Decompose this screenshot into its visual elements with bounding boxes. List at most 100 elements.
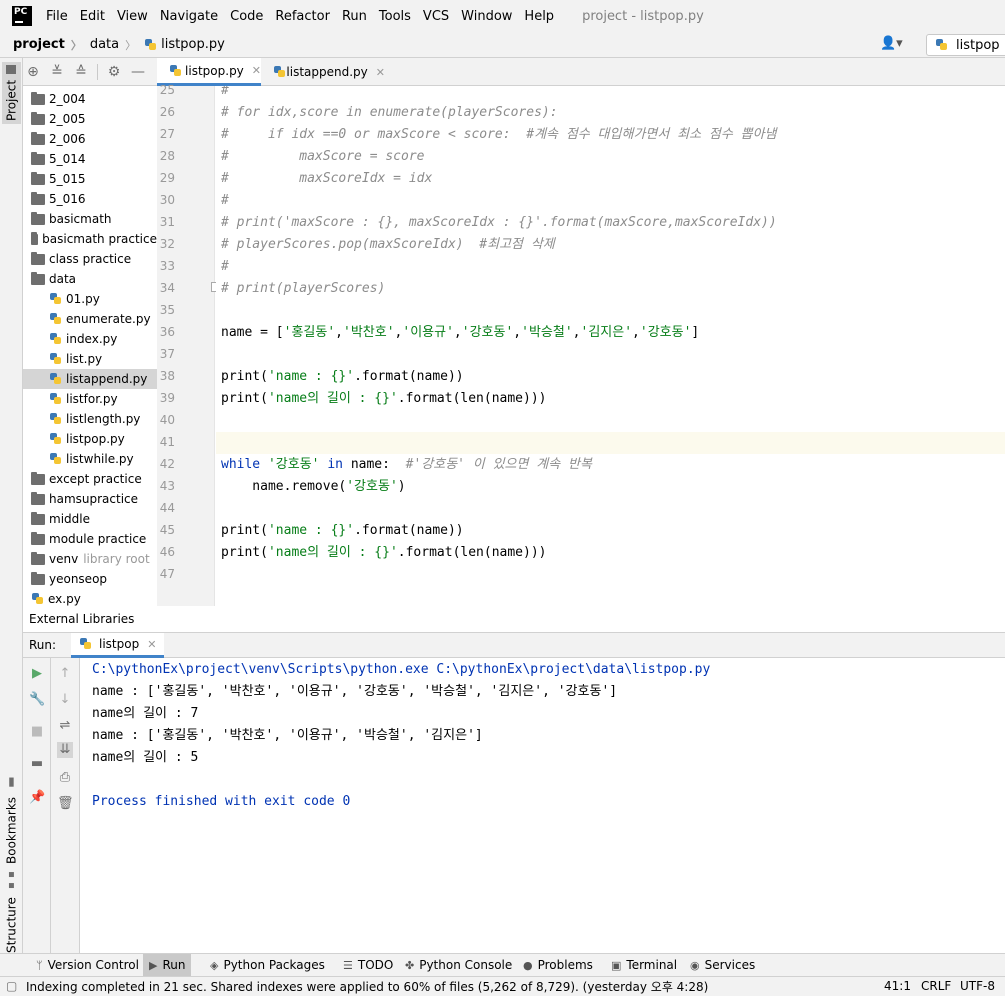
line-separator[interactable]: CRLF bbox=[921, 979, 951, 993]
stop-icon[interactable]: ■ bbox=[29, 724, 45, 740]
collapse-all-icon[interactable]: ≙ bbox=[73, 64, 89, 80]
code-editor[interactable]: # # for idx,score in enumerate(playerScor… bbox=[216, 86, 1005, 606]
tree-folder-item[interactable]: 5_014 bbox=[23, 149, 157, 169]
tree-file-item[interactable]: listappend.py bbox=[23, 369, 157, 389]
wrench-icon[interactable]: 🔧 bbox=[29, 692, 45, 708]
menu-tools[interactable]: Tools bbox=[379, 9, 411, 24]
code-token: # bbox=[221, 86, 229, 98]
menu-code[interactable]: Code bbox=[230, 9, 263, 24]
code-token: name = [ bbox=[221, 325, 284, 340]
select-opened-file-icon[interactable]: ⊕ bbox=[25, 64, 41, 80]
tree-folder-item[interactable]: 5_015 bbox=[23, 169, 157, 189]
tree-file-item[interactable]: listlength.py bbox=[23, 409, 157, 429]
window-title: project - listpop.py bbox=[582, 8, 704, 24]
folder-icon bbox=[6, 64, 17, 74]
menu-run[interactable]: Run bbox=[342, 9, 367, 24]
close-icon[interactable]: ✕ bbox=[147, 638, 156, 651]
code-line: while '강호동' in name: #'강호동' 이 있으면 계속 반복 bbox=[221, 454, 592, 476]
tree-folder-item[interactable]: hamsupractice bbox=[23, 489, 157, 509]
code-token: # maxScoreIdx = idx bbox=[221, 171, 433, 186]
tree-folder-item[interactable]: module practice bbox=[23, 529, 157, 549]
close-icon[interactable]: ✕ bbox=[252, 64, 261, 77]
user-icon[interactable]: 👤▾ bbox=[880, 36, 903, 51]
menu-file[interactable]: File bbox=[46, 9, 68, 24]
tree-file-item[interactable]: enumerate.py bbox=[23, 309, 157, 329]
tree-file-item[interactable]: listpop.py bbox=[23, 429, 157, 449]
status-message[interactable]: Indexing completed in 21 sec. Shared ind… bbox=[26, 978, 708, 995]
run-console-output[interactable]: C:\pythonEx\project\venv\Scripts\python.… bbox=[81, 658, 1005, 953]
tab-listpop[interactable]: listpop.py ✕ bbox=[157, 58, 261, 86]
menu-view[interactable]: View bbox=[117, 9, 148, 24]
hide-icon[interactable]: — bbox=[130, 64, 146, 80]
tree-folder-item[interactable]: venv library root bbox=[23, 549, 157, 569]
project-tool-tab[interactable]: Project bbox=[2, 62, 21, 124]
menu-navigate[interactable]: Navigate bbox=[160, 9, 218, 24]
layout-icon[interactable]: ▬ bbox=[29, 756, 45, 772]
tree-external-libraries[interactable]: External Libraries bbox=[23, 609, 157, 629]
menu-vcs[interactable]: VCS bbox=[423, 9, 449, 24]
tree-folder-item[interactable]: 5_016 bbox=[23, 189, 157, 209]
tree-folder-item[interactable]: middle bbox=[23, 509, 157, 529]
console-line: name의 길이 : 7 bbox=[92, 706, 199, 721]
expand-all-icon[interactable]: ≚ bbox=[49, 64, 65, 80]
code-line: # bbox=[221, 86, 229, 102]
tree-folder-item[interactable]: 2_006 bbox=[23, 129, 157, 149]
soft-wrap-icon[interactable]: ⇌ bbox=[57, 718, 73, 734]
toolwindow-label: TODO bbox=[357, 958, 394, 972]
file-encoding[interactable]: UTF-8 bbox=[960, 979, 995, 993]
gear-icon[interactable]: ⚙ bbox=[106, 64, 122, 80]
trash-icon[interactable]: 🗑 bbox=[57, 796, 74, 812]
menu-refactor[interactable]: Refactor bbox=[275, 9, 330, 24]
toolwindow-run[interactable]: ▶ Run bbox=[143, 954, 192, 976]
scroll-to-end-icon[interactable]: ⇊ bbox=[57, 742, 73, 758]
tree-file-item[interactable]: ex.py bbox=[23, 589, 157, 609]
toolwindow-python-packages[interactable]: ◈ Python Packages bbox=[204, 954, 331, 976]
toolwindow-python-console[interactable]: ✤ Python Console bbox=[399, 954, 518, 976]
toolwindow-version-control[interactable]: ᛘ Version Control bbox=[30, 954, 145, 976]
toolwindow-services[interactable]: ◉ Services bbox=[684, 954, 761, 976]
close-icon[interactable]: ✕ bbox=[376, 66, 385, 79]
tree-folder-item[interactable]: class practice bbox=[23, 249, 157, 269]
tree-folder-item[interactable]: basicmath practice bbox=[23, 229, 157, 249]
toolwindow-terminal[interactable]: ▣ Terminal bbox=[605, 954, 683, 976]
menu-edit[interactable]: Edit bbox=[80, 9, 105, 24]
toggle-tool-windows-icon[interactable]: ▢ bbox=[6, 979, 17, 993]
tab-listappend[interactable]: listappend.py ✕ bbox=[261, 58, 385, 86]
breadcrumb-data[interactable]: data 〉 bbox=[90, 37, 136, 53]
menu-window[interactable]: Window bbox=[461, 9, 512, 24]
toolwindow-todo[interactable]: ☰ TODO bbox=[337, 954, 399, 976]
tree-folder-item[interactable]: yeonseop bbox=[23, 569, 157, 589]
tree-file-item[interactable]: listfor.py bbox=[23, 389, 157, 409]
bookmarks-tool-tab[interactable]: Bookmarks ▮ bbox=[2, 776, 21, 863]
run-tab-listpop[interactable]: listpop ✕ bbox=[71, 633, 165, 658]
tree-file-item[interactable]: 01.py bbox=[23, 289, 157, 309]
project-toolbar: ⊕ ≚ ≙ ⚙ — bbox=[23, 58, 157, 86]
tree-file-item[interactable]: list.py bbox=[23, 349, 157, 369]
menu-help[interactable]: Help bbox=[524, 9, 554, 24]
structure-tool-tab[interactable]: Structure ▪▪ bbox=[2, 869, 21, 953]
breadcrumb-file[interactable]: listpop.py bbox=[144, 37, 225, 52]
run-configuration-select[interactable]: listpop bbox=[926, 34, 1005, 56]
tree-folder-item[interactable]: 2_005 bbox=[23, 109, 157, 129]
code-token: # print('maxScore : {}, maxScoreIdx : {}… bbox=[221, 215, 777, 230]
code-token: in bbox=[327, 457, 351, 472]
print-icon[interactable]: ⎙ bbox=[57, 770, 73, 786]
tree-file-item[interactable]: index.py bbox=[23, 329, 157, 349]
tree-item-label: listappend.py bbox=[66, 372, 148, 386]
tree-file-item[interactable]: listwhile.py bbox=[23, 449, 157, 469]
tree-folder-item[interactable]: 2_004 bbox=[23, 89, 157, 109]
tree-folder-item[interactable]: except practice bbox=[23, 469, 157, 489]
up-arrow-icon[interactable]: ↑ bbox=[57, 666, 73, 682]
pin-icon[interactable]: 📌 bbox=[29, 790, 45, 806]
code-token: print( bbox=[221, 369, 268, 384]
caret-position[interactable]: 41:1 bbox=[884, 979, 911, 993]
tree-folder-item[interactable]: basicmath bbox=[23, 209, 157, 229]
rerun-icon[interactable]: ▶ bbox=[29, 666, 45, 682]
todo-icon: ☰ bbox=[343, 958, 353, 972]
toolwindow-problems[interactable]: ● Problems bbox=[517, 954, 599, 976]
toolwindow-label: Run bbox=[162, 958, 186, 972]
breadcrumb-project[interactable]: project 〉 bbox=[13, 37, 82, 53]
down-arrow-icon[interactable]: ↓ bbox=[57, 692, 73, 708]
line-number: 29 bbox=[159, 171, 175, 185]
tree-folder-item[interactable]: data bbox=[23, 269, 157, 289]
